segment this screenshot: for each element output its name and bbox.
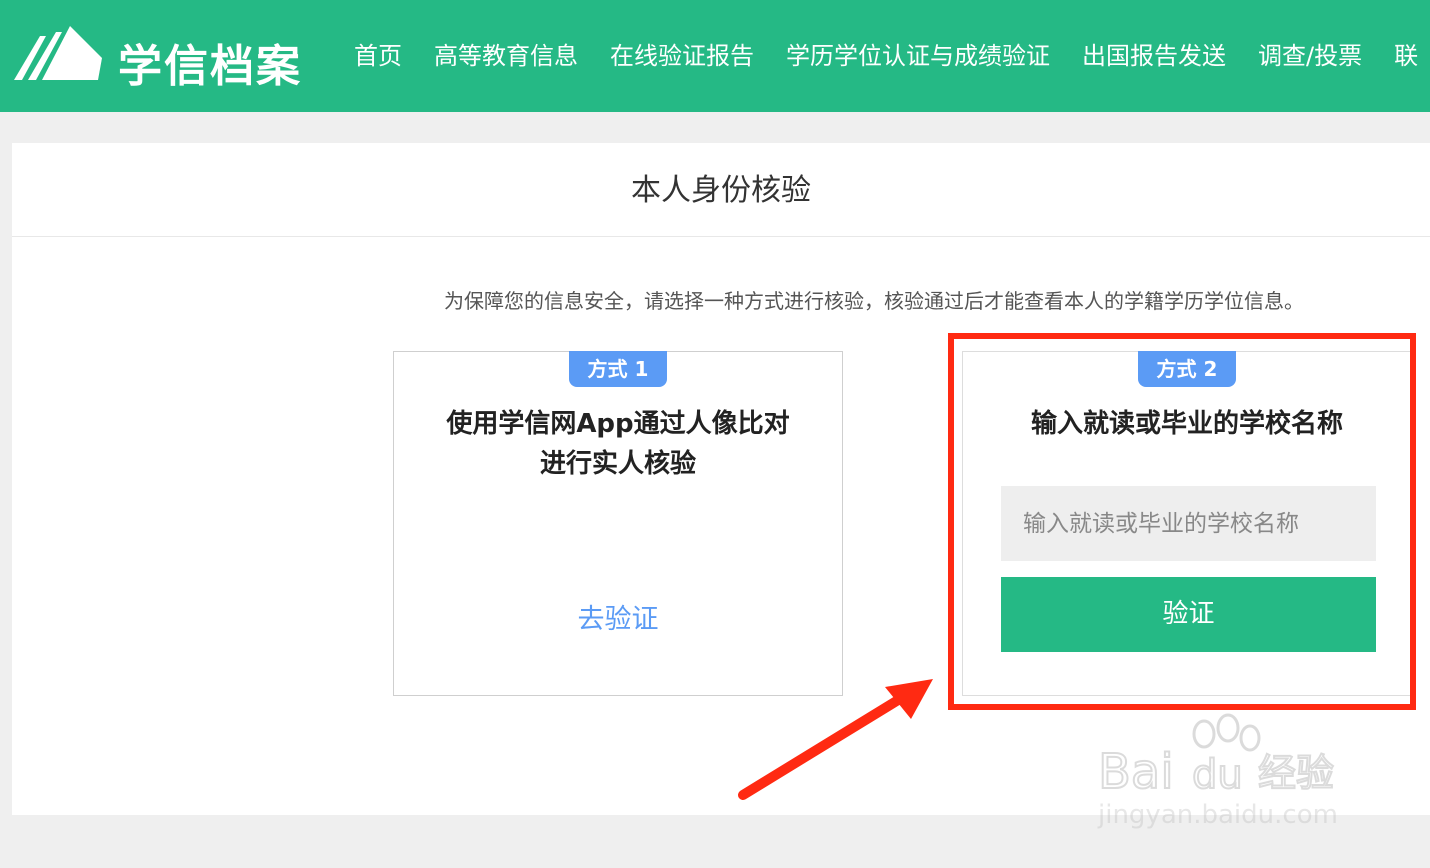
method-1-badge: 方式 1 (569, 351, 667, 387)
brand-name[interactable]: 学信档案 (118, 30, 302, 94)
paw-icon: Bai du 经验 (1097, 713, 1335, 801)
svg-text:经验: 经验 (1258, 751, 1334, 792)
go-verify-link[interactable]: 去验证 (394, 597, 842, 636)
svg-text:Bai: Bai (1098, 744, 1174, 792)
nav-item-contact[interactable]: 联 (1378, 36, 1430, 71)
annotation-arrow-icon (738, 679, 933, 800)
logo-icon[interactable] (12, 24, 104, 82)
nav-item-degree-certification[interactable]: 学历学位认证与成绩验证 (770, 36, 1066, 71)
nav-item-online-verification-report[interactable]: 在线验证报告 (594, 36, 770, 71)
watermark-url: jingyan.baidu.com (1098, 800, 1338, 830)
baidu-jingyan-watermark: Bai du 经验 jingyan.baidu.com (1094, 712, 1356, 837)
annotation-highlight-box (948, 333, 1416, 710)
top-nav-bar: 学信档案 首页 高等教育信息 在线验证报告 学历学位认证与成绩验证 出国报告发送… (0, 0, 1430, 112)
nav-item-higher-education-info[interactable]: 高等教育信息 (418, 36, 594, 71)
nav-item-home[interactable]: 首页 (338, 36, 418, 71)
nav-item-survey-vote[interactable]: 调查/投票 (1242, 36, 1378, 71)
method-1-title: 使用学信网App通过人像比对进行实人核验 (446, 409, 790, 479)
nav-item-overseas-report[interactable]: 出国报告发送 (1066, 36, 1242, 71)
page-title: 本人身份核验 (12, 143, 1430, 237)
security-notice: 为保障您的信息安全，请选择一种方式进行核验，核验通过后才能查看本人的学籍学历学位… (444, 289, 1304, 313)
svg-text:du: du (1192, 752, 1243, 792)
main-nav: 首页 高等教育信息 在线验证报告 学历学位认证与成绩验证 出国报告发送 调查/投… (338, 36, 1430, 71)
method-1-card: 方式 1 使用学信网App通过人像比对进行实人核验 去验证 (393, 351, 843, 696)
